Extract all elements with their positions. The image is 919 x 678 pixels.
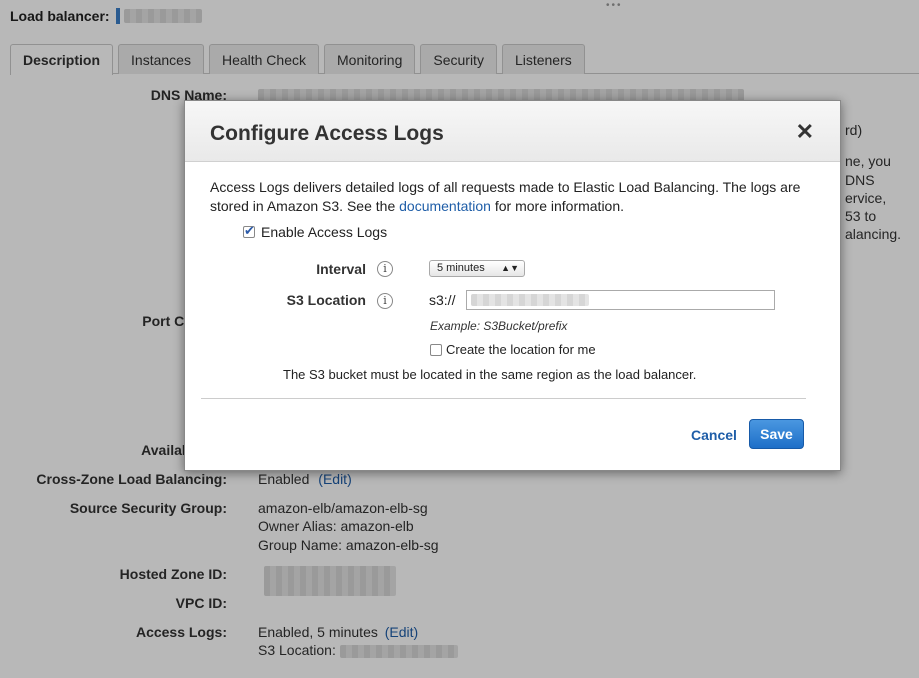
interval-selected-value: 5 minutes bbox=[437, 262, 485, 274]
enable-access-logs-row[interactable]: Enable Access Logs bbox=[243, 223, 388, 240]
close-icon[interactable]: ✕ bbox=[796, 119, 814, 145]
s3-location-field-label: S3 Location bbox=[286, 292, 366, 308]
create-location-checkbox[interactable] bbox=[430, 343, 442, 356]
documentation-link[interactable]: documentation bbox=[399, 198, 491, 214]
create-location-label: Create the location for me bbox=[446, 342, 596, 357]
cancel-button[interactable]: Cancel bbox=[691, 427, 737, 443]
dialog-header: Configure Access Logs ✕ bbox=[185, 101, 840, 162]
region-note: The S3 bucket must be located in the sam… bbox=[283, 367, 697, 382]
s3-location-input[interactable] bbox=[466, 290, 775, 310]
interval-label: Interval bbox=[316, 261, 366, 277]
dialog-description: Access Logs delivers detailed logs of al… bbox=[210, 178, 810, 216]
save-button[interactable]: Save bbox=[749, 419, 804, 449]
select-arrows-icon: ▲▼ bbox=[501, 263, 519, 273]
s3-input-redacted-value bbox=[471, 294, 589, 306]
footer-divider bbox=[201, 398, 806, 399]
interval-select[interactable]: 5 minutes ▲▼ bbox=[429, 260, 525, 277]
s3-example-hint: Example: S3Bucket/prefix bbox=[430, 319, 568, 333]
dialog-title: Configure Access Logs bbox=[210, 122, 444, 145]
description-tail: for more information. bbox=[494, 198, 625, 214]
info-icon[interactable]: i bbox=[377, 261, 393, 277]
s3-prefix: s3:// bbox=[429, 292, 456, 308]
enable-access-logs-label: Enable Access Logs bbox=[261, 224, 388, 240]
info-icon[interactable]: i bbox=[377, 293, 393, 309]
enable-access-logs-checkbox[interactable] bbox=[243, 223, 255, 239]
configure-access-logs-dialog: Configure Access Logs ✕ Access Logs deli… bbox=[184, 100, 841, 471]
create-location-row[interactable]: Create the location for me bbox=[430, 342, 596, 357]
